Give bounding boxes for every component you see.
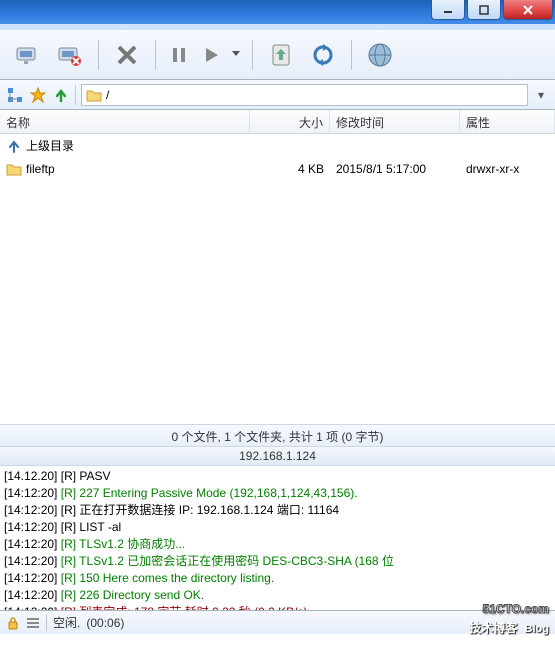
pause-icon[interactable] [166,42,192,68]
globe-icon[interactable] [362,37,398,73]
status-separator [46,615,47,631]
file-name: 上级目录 [26,137,74,154]
status-time: (00:06) [86,616,124,630]
path-bar: ▾ [0,80,555,110]
col-size[interactable]: 大小 [250,110,330,133]
maximize-button[interactable] [467,0,501,20]
status-bar: 空闲. (00:06) [0,610,555,634]
refresh-icon[interactable] [305,37,341,73]
log-line: [14:12:20] [R] 正在打开数据连接 IP: 192.168.1.12… [4,502,551,519]
abort-icon[interactable] [109,37,145,73]
nav-separator [75,85,76,105]
list-icon[interactable] [26,616,40,630]
path-dropdown-icon[interactable]: ▾ [533,88,549,102]
file-modified: 2015/8/1 5:17:00 [330,160,460,178]
log-line: [14:12:20] [R] 150 Here comes the direct… [4,570,551,587]
file-attr: drwxr-xr-x [460,160,555,178]
file-list[interactable]: 上级目录 fileftp 4 KB2015/8/1 5:17:00drwxr-xr-… [0,134,555,424]
file-list-header: 名称 大小 修改时间 属性 [0,110,555,134]
minimize-button[interactable] [431,0,465,20]
log-panel[interactable]: [14.12.20] [R] PASV[14:12:20] [R] 227 En… [0,466,555,610]
window-controls [431,0,553,20]
log-line: [14:12:20] [R] TLSv1.2 已加密会话正在使用密码 DES-C… [4,553,551,570]
log-line: [14.12.20] [R] PASV [4,468,551,485]
log-line: [14:12:20] [R] TLSv1.2 协商成功... [4,536,551,553]
file-attr [460,144,555,148]
play-dropdown-icon[interactable] [230,42,242,68]
col-modified[interactable]: 修改时间 [330,110,460,133]
log-line: [14:12:20] [R] LIST -al [4,519,551,536]
file-size: 4 KB [250,160,330,178]
table-row[interactable]: fileftp 4 KB2015/8/1 5:17:00drwxr-xr-x [0,157,555,180]
folder-icon [6,162,22,176]
lock-icon [6,616,20,630]
col-name[interactable]: 名称 [0,110,250,133]
parent-dir-row[interactable]: 上级目录 [0,134,555,157]
status-idle: 空闲. [53,614,80,631]
play-icon[interactable] [198,42,224,68]
toolbar-separator [98,40,99,70]
toolbar-separator [155,40,156,70]
close-button[interactable] [503,0,553,20]
file-size [250,144,330,148]
up-dir-icon[interactable] [52,86,70,104]
toolbar-separator [351,40,352,70]
bookmark-icon[interactable] [29,86,47,104]
log-line: [14:12:20] [R] 227 Entering Passive Mode… [4,485,551,502]
toolbar-separator [252,40,253,70]
transfer-icon[interactable] [263,37,299,73]
log-line: [14:12:20] [R] 226 Directory send OK. [4,587,551,604]
file-name: fileftp [26,162,55,176]
file-modified [330,144,460,148]
connect-icon[interactable] [10,37,46,73]
tree-view-icon[interactable] [6,86,24,104]
ip-bar: 192.168.1.124 [0,446,555,466]
up-arrow-icon [6,139,22,153]
summary-bar: 0 个文件, 1 个文件夹, 共计 1 项 (0 字节) [0,424,555,446]
folder-icon [86,88,102,102]
col-attr[interactable]: 属性 [460,110,555,133]
path-input-container [81,84,528,106]
main-toolbar [0,30,555,80]
path-input[interactable] [106,88,523,102]
window-titlebar [0,0,555,30]
disconnect-icon[interactable] [52,37,88,73]
